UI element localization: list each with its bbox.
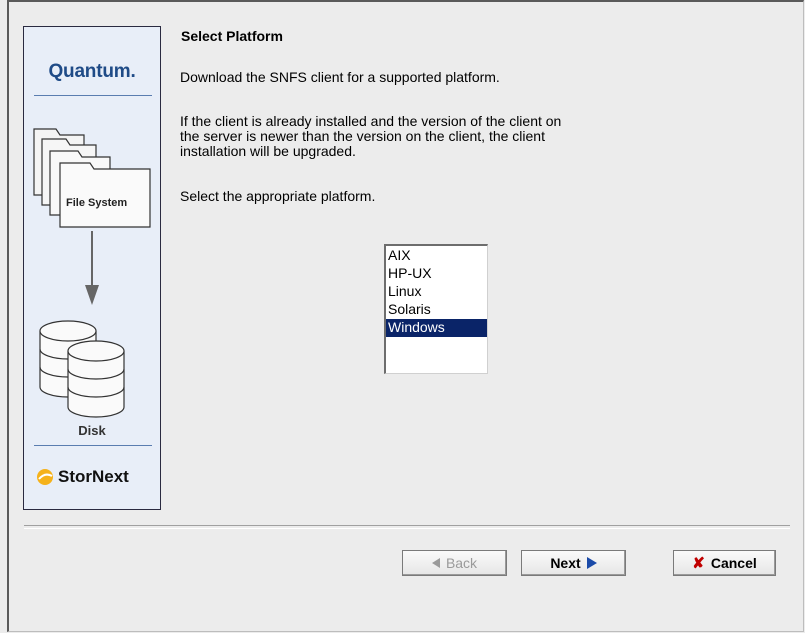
back-button[interactable]: Back — [402, 550, 507, 576]
page-title: Select Platform — [181, 28, 283, 44]
platform-item[interactable]: HP-UX — [386, 265, 487, 283]
platform-item-selected[interactable]: Windows — [386, 319, 487, 337]
platform-listbox[interactable]: AIX HP-UX Linux Solaris Windows — [384, 244, 488, 374]
cancel-button[interactable]: ✘ Cancel — [673, 550, 776, 576]
next-label: Next — [550, 555, 581, 571]
banner-divider — [34, 95, 152, 96]
banner-divider — [34, 445, 152, 446]
disk-icon — [39, 320, 125, 418]
back-label: Back — [445, 555, 478, 571]
upgrade-note: If the client is already installed and t… — [180, 113, 562, 159]
platform-item[interactable]: AIX — [386, 247, 487, 265]
close-icon: ✘ — [692, 555, 705, 572]
back-arrow-icon — [431, 558, 440, 568]
quantum-logo: Quantum. — [48, 61, 136, 82]
platform-item[interactable]: Solaris — [386, 301, 487, 319]
intro-text: Download the SNFS client for a supported… — [180, 69, 500, 85]
stornext-logo: StorNext — [36, 467, 129, 487]
footer-separator — [24, 525, 790, 529]
stornext-label: StorNext — [58, 467, 129, 486]
disk-label: Disk — [78, 423, 106, 438]
fs-label: File System — [66, 197, 127, 209]
file-system-icon: File System — [33, 128, 151, 228]
cancel-label: Cancel — [710, 555, 757, 571]
platform-item[interactable]: Linux — [386, 283, 487, 301]
side-banner: Quantum. File System Disk StorNext — [23, 26, 161, 510]
next-arrow-icon — [586, 557, 597, 569]
select-prompt: Select the appropriate platform. — [180, 188, 376, 204]
arrow-down-icon — [85, 231, 99, 305]
stornext-swirl-icon — [37, 469, 53, 485]
next-button[interactable]: Next — [521, 550, 626, 576]
